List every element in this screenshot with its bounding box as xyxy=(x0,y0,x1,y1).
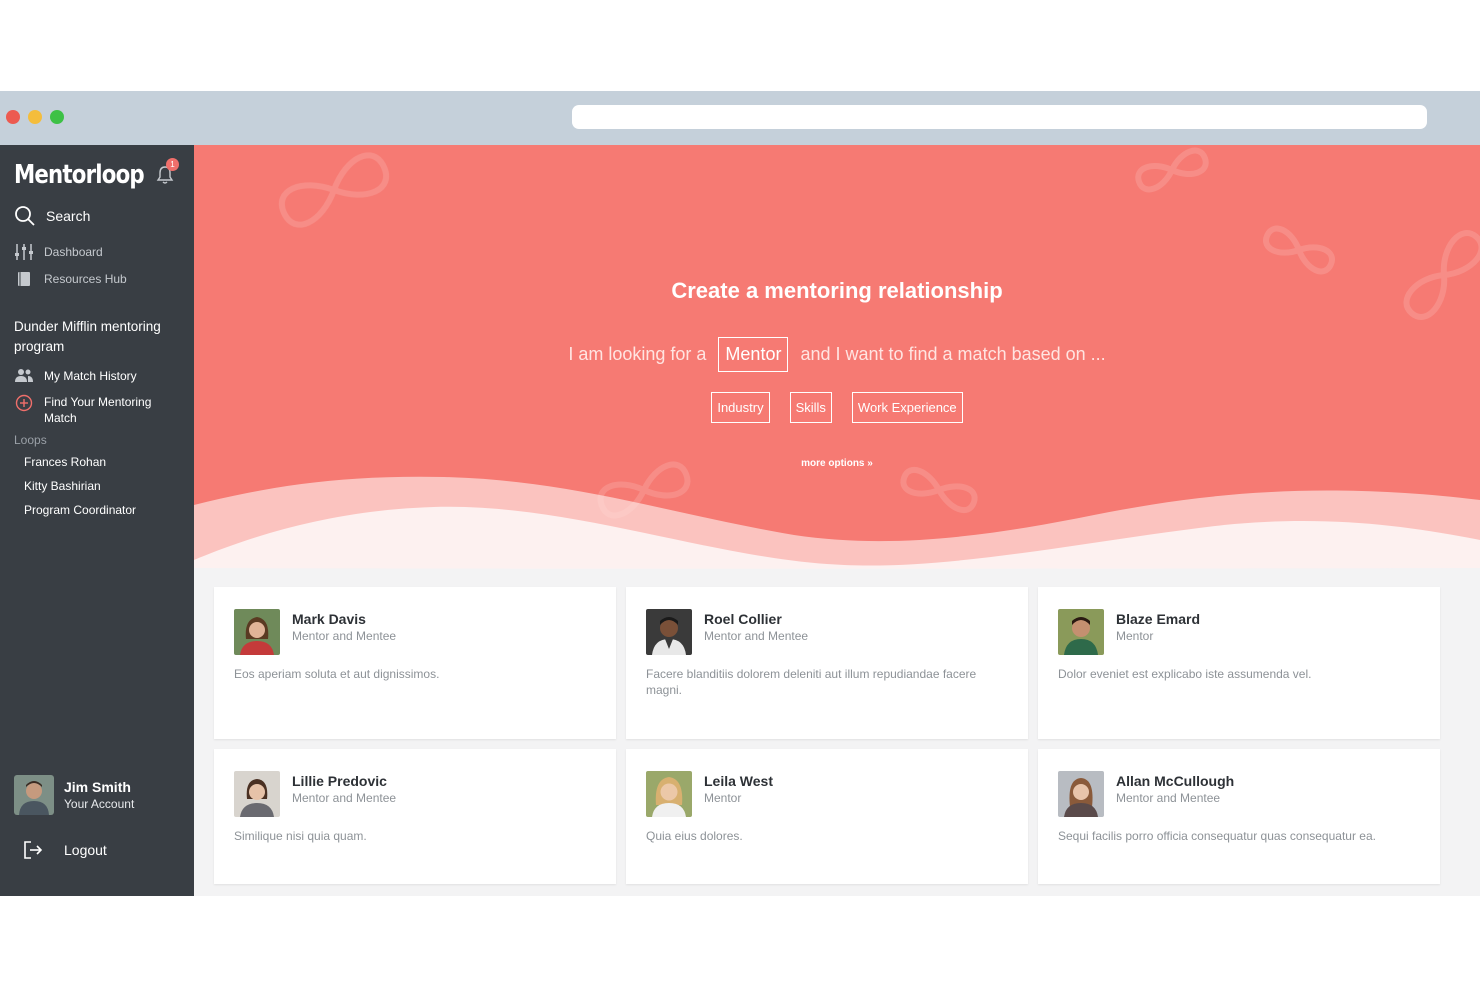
hero-banner: Create a mentoring relationship I am loo… xyxy=(194,145,1480,570)
user-account-label: Your Account xyxy=(64,797,135,811)
main-content: Create a mentoring relationship I am loo… xyxy=(194,145,1480,896)
profile-name[interactable]: Allan McCullough xyxy=(1116,773,1234,789)
profile-role: Mentor and Mentee xyxy=(1116,791,1221,805)
users-icon xyxy=(14,367,34,385)
user-name: Jim Smith xyxy=(64,779,131,795)
loop-item[interactable]: Frances Rohan xyxy=(24,455,106,469)
notification-badge: 1 xyxy=(166,158,179,171)
profile-bio: Similique nisi quia quam. xyxy=(234,829,367,843)
match-sentence: I am looking for a Mentor and I want to … xyxy=(194,337,1480,372)
minimize-window-button[interactable] xyxy=(28,110,42,124)
profile-name[interactable]: Leila West xyxy=(704,773,773,789)
profile-card[interactable]: Allan McCullough Mentor and Mentee Sequi… xyxy=(1038,749,1440,884)
sidebar-item-match-history[interactable]: My Match History xyxy=(14,367,137,385)
criteria-skills-button[interactable]: Skills xyxy=(789,392,832,423)
sliders-icon xyxy=(14,243,34,261)
profile-bio: Facere blanditiis dolorem deleniti aut i… xyxy=(646,667,977,697)
loop-item[interactable]: Kitty Bashirian xyxy=(24,479,101,493)
profile-card[interactable]: Mark Davis Mentor and Mentee Eos aperiam… xyxy=(214,587,616,739)
profile-photo xyxy=(234,771,280,817)
browser-window: Mentorloop 1 Search Dashboard Resources … xyxy=(0,91,1480,896)
loop-item[interactable]: Program Coordinator xyxy=(24,503,136,517)
role-select[interactable]: Mentor xyxy=(718,337,789,372)
sidebar: Mentorloop 1 Search Dashboard Resources … xyxy=(0,145,194,896)
maximize-window-button[interactable] xyxy=(50,110,64,124)
criteria-industry-button[interactable]: Industry xyxy=(711,392,770,423)
profile-card[interactable]: Leila West Mentor Quia eius dolores. xyxy=(626,749,1028,884)
profile-photo xyxy=(646,771,692,817)
profile-bio: Eos aperiam soluta et aut dignissimos. xyxy=(234,667,440,681)
sidebar-item-resources-hub[interactable]: Resources Hub xyxy=(14,270,127,288)
browser-chrome xyxy=(0,91,1480,145)
profile-photo xyxy=(1058,771,1104,817)
logout-icon xyxy=(24,841,43,859)
profile-bio: Sequi facilis porro officia consequatur … xyxy=(1058,829,1376,843)
avatar xyxy=(14,775,54,815)
search-icon xyxy=(15,206,35,226)
profile-name[interactable]: Roel Collier xyxy=(704,611,782,627)
search-label: Search xyxy=(46,208,91,224)
close-window-button[interactable] xyxy=(6,110,20,124)
profile-role: Mentor and Mentee xyxy=(292,791,397,805)
profile-role: Mentor and Mentee xyxy=(704,629,809,643)
profile-name[interactable]: Blaze Emard xyxy=(1116,611,1200,627)
profile-bio: Dolor eveniet est explicabo iste assumen… xyxy=(1058,667,1312,681)
account-menu[interactable]: Jim Smith Your Account xyxy=(14,775,134,815)
profile-photo xyxy=(1058,609,1104,655)
profile-role: Mentor xyxy=(1116,629,1154,643)
sidebar-item-dashboard[interactable]: Dashboard xyxy=(14,243,103,261)
match-prefix: I am looking for a xyxy=(568,344,707,364)
address-bar[interactable] xyxy=(572,105,1427,129)
criteria-options: Industry Skills Work Experience xyxy=(194,392,1480,423)
profile-name[interactable]: Mark Davis xyxy=(292,611,366,627)
sidebar-item-label: My Match History xyxy=(44,369,137,383)
sidebar-item-label: Find Your Mentoring Match xyxy=(44,395,152,425)
profile-photo xyxy=(646,609,692,655)
sidebar-search[interactable]: Search xyxy=(14,205,90,227)
hero-title: Create a mentoring relationship xyxy=(671,278,1003,303)
criteria-work-experience-button[interactable]: Work Experience xyxy=(851,392,963,423)
profile-card[interactable]: Roel Collier Mentor and Mentee Facere bl… xyxy=(626,587,1028,739)
sidebar-item-label: Dashboard xyxy=(44,245,103,259)
profile-photo xyxy=(234,609,280,655)
logout-button[interactable]: Logout xyxy=(22,839,107,861)
profile-card[interactable]: Blaze Emard Mentor Dolor eveniet est exp… xyxy=(1038,587,1440,739)
loops-heading: Loops xyxy=(14,433,47,447)
book-icon xyxy=(14,270,34,288)
hero-wave xyxy=(194,476,1480,570)
program-title: Dunder Mifflin mentoring program xyxy=(14,319,161,354)
profile-card[interactable]: Lillie Predovic Mentor and Mentee Simili… xyxy=(214,749,616,884)
profile-role: Mentor and Mentee xyxy=(292,629,397,643)
sidebar-item-label: Resources Hub xyxy=(44,272,127,286)
match-suffix: and I want to find a match based on ... xyxy=(800,344,1106,364)
logout-label: Logout xyxy=(64,842,107,858)
profile-bio: Quia eius dolores. xyxy=(646,829,743,843)
profile-role: Mentor xyxy=(704,791,742,805)
app-logo[interactable]: Mentorloop xyxy=(14,160,145,190)
profile-name[interactable]: Lillie Predovic xyxy=(292,773,387,789)
sidebar-item-find-match[interactable]: Find Your Mentoring Match xyxy=(14,394,164,426)
plus-circle-icon xyxy=(14,394,34,412)
